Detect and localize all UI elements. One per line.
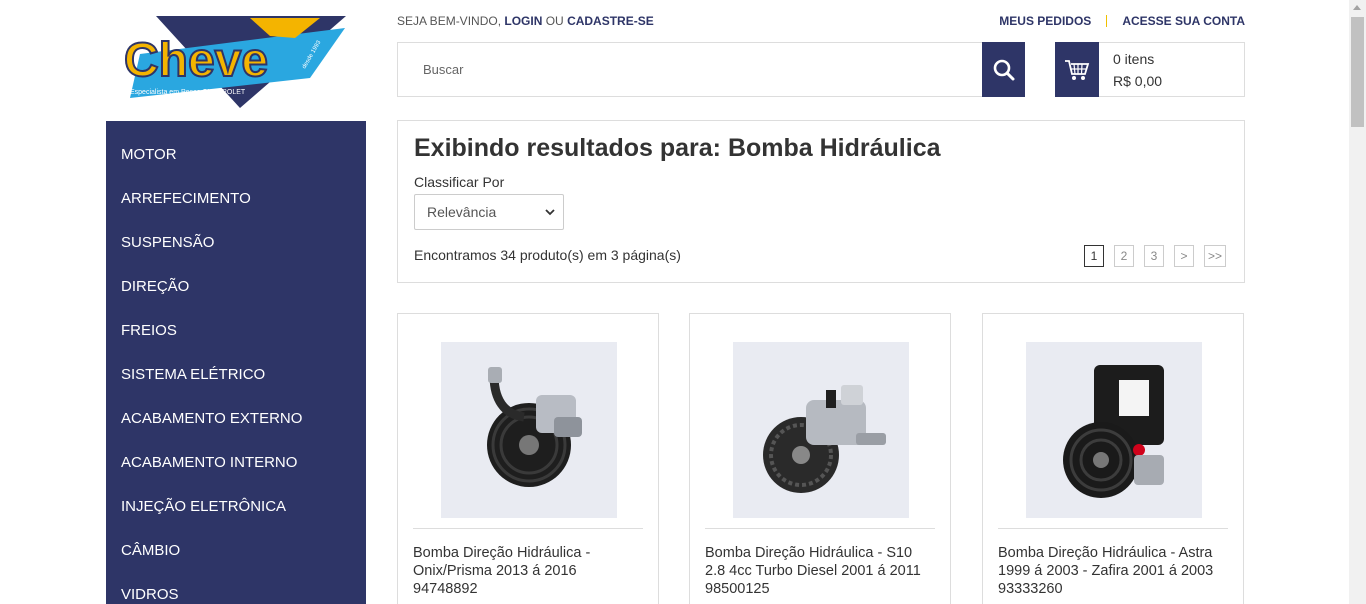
pagination: 1 2 3 > >> xyxy=(1083,245,1226,267)
product-image[interactable] xyxy=(441,342,617,518)
product-image[interactable] xyxy=(733,342,909,518)
page-1[interactable]: 1 xyxy=(1083,245,1104,267)
sidebar-item-arrefecimento[interactable]: ARREFECIMENTO xyxy=(106,189,366,233)
sidebar-item-direcao[interactable]: DIREÇÃO xyxy=(106,277,366,321)
search-button[interactable] xyxy=(982,42,1025,97)
cart-item-count: 0 itens xyxy=(1113,51,1155,67)
product-title[interactable]: Bomba Direção Hidráulica - S10 2.8 4cc T… xyxy=(705,544,935,598)
cart-icon xyxy=(1065,59,1090,80)
cart-icon-box[interactable] xyxy=(1055,42,1099,97)
product-card[interactable]: Bomba Direção Hidráulica - Astra 1999 á … xyxy=(982,313,1244,604)
search-input[interactable] xyxy=(398,43,984,96)
logo[interactable]: Cheve Especialista em Peças CHEVROLET de… xyxy=(120,14,348,110)
card-divider xyxy=(998,528,1228,529)
page-last[interactable]: >> xyxy=(1203,245,1226,267)
product-title[interactable]: Bomba Direção Hidráulica - Astra 1999 á … xyxy=(998,544,1228,598)
or-text: OU xyxy=(545,14,564,28)
page-2[interactable]: 2 xyxy=(1113,245,1134,267)
sidebar-item-vidros[interactable]: VIDROS xyxy=(106,585,366,604)
sidebar-item-injecao-eletronica[interactable]: INJEÇÃO ELETRÔNICA xyxy=(106,497,366,541)
sidebar-item-sistema-eletrico[interactable]: SISTEMA ELÉTRICO xyxy=(106,365,366,409)
my-orders-link[interactable]: MEUS PEDIDOS xyxy=(999,14,1091,28)
account-link[interactable]: ACESSE SUA CONTA xyxy=(1122,14,1245,28)
cart-total: R$ 0,00 xyxy=(1113,73,1163,89)
card-divider xyxy=(413,528,643,529)
results-panel: Exibindo resultados para: Bomba Hidráuli… xyxy=(397,120,1245,283)
sidebar-item-acabamento-externo[interactable]: ACABAMENTO EXTERNO xyxy=(106,409,366,453)
sort-label: Classificar Por xyxy=(414,174,505,190)
results-count: Encontramos 34 produto(s) em 3 página(s) xyxy=(414,247,681,263)
sort-selected-value: Relevância xyxy=(427,204,497,220)
product-card[interactable]: Bomba Direção Hidráulica - S10 2.8 4cc T… xyxy=(689,313,951,604)
sidebar-item-cambio[interactable]: CÂMBIO xyxy=(106,541,366,585)
login-link[interactable]: LOGIN xyxy=(504,14,542,28)
logo-tagline: Especialista em Peças CHEVROLET xyxy=(130,89,246,96)
card-divider xyxy=(705,528,935,529)
account-links: MEUS PEDIDOS ACESSE SUA CONTA xyxy=(999,14,1245,28)
sidebar-item-acabamento-interno[interactable]: ACABAMENTO INTERNO xyxy=(106,453,366,497)
chevron-down-icon xyxy=(545,209,555,216)
welcome-text: SEJA BEM-VINDO, xyxy=(397,14,502,28)
register-link[interactable]: CADASTRE-SE xyxy=(567,14,654,28)
welcome-bar: SEJA BEM-VINDO, LOGIN OU CADASTRE-SE xyxy=(397,14,654,28)
power-steering-pump-image xyxy=(487,367,582,487)
search-bar xyxy=(397,42,1025,97)
power-steering-pump-image xyxy=(1063,365,1164,498)
sidebar-item-motor[interactable]: MOTOR xyxy=(106,145,366,189)
page-next[interactable]: > xyxy=(1173,245,1194,267)
results-heading: Exibindo resultados para: Bomba Hidráuli… xyxy=(414,134,941,162)
sort-select[interactable]: Relevância xyxy=(414,194,564,230)
search-icon xyxy=(993,59,1014,80)
product-title[interactable]: Bomba Direção Hidráulica - Onix/Prisma 2… xyxy=(413,544,643,598)
category-sidebar: MOTOR ARREFECIMENTO SUSPENSÃO DIREÇÃO FR… xyxy=(106,121,366,604)
page-3[interactable]: 3 xyxy=(1143,245,1164,267)
scrollbar-thumb[interactable] xyxy=(1351,17,1364,127)
cart-widget[interactable]: 0 itens R$ 0,00 xyxy=(1055,42,1245,97)
power-steering-pump-image xyxy=(763,385,886,493)
logo-text: Cheve xyxy=(124,34,268,87)
sidebar-item-freios[interactable]: FREIOS xyxy=(106,321,366,365)
page-scrollbar[interactable] xyxy=(1349,0,1366,604)
link-divider xyxy=(1106,15,1108,27)
sidebar-item-suspensao[interactable]: SUSPENSÃO xyxy=(106,233,366,277)
scroll-up-arrow-icon[interactable] xyxy=(1353,5,1361,10)
product-card[interactable]: Bomba Direção Hidráulica - Onix/Prisma 2… xyxy=(397,313,659,604)
product-image[interactable] xyxy=(1026,342,1202,518)
